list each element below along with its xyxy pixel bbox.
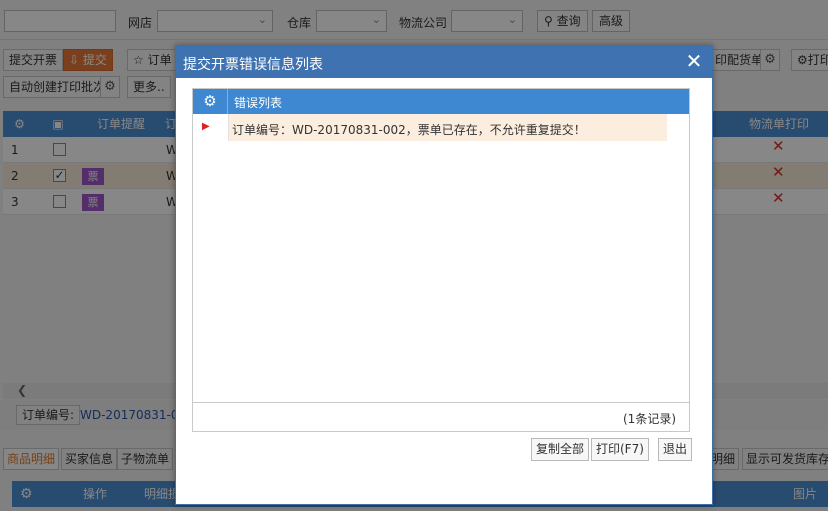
error-list-dialog: 提交开票错误信息列表 ✕ ⚙ 错误列表 ▶ 订单编号：WD-20170831-0…: [175, 45, 713, 505]
error-list-footer: (1条记录): [193, 402, 689, 431]
error-list-panel: ⚙ 错误列表 ▶ 订单编号：WD-20170831-002，票单已存在，不允许重…: [192, 88, 690, 432]
exit-button[interactable]: 退出: [658, 438, 693, 461]
arrow-right-icon: ▶: [202, 121, 210, 132]
col-error-list: 错误列表: [234, 96, 283, 110]
error-row[interactable]: ▶ 订单编号：WD-20170831-002，票单已存在，不允许重复提交！: [193, 114, 667, 141]
dialog-title: 提交开票错误信息列表: [183, 57, 323, 73]
copy-all-button[interactable]: 复制全部: [531, 438, 590, 461]
error-message: 订单编号：WD-20170831-002，票单已存在，不允许重复提交！: [232, 123, 586, 137]
dialog-title-bar: 提交开票错误信息列表 ✕: [176, 46, 712, 78]
row-marker: ▶: [193, 114, 229, 141]
print-button[interactable]: 打印(F7): [591, 438, 649, 461]
close-icon[interactable]: ✕: [683, 50, 705, 74]
error-list-header: ⚙ 错误列表: [193, 89, 689, 114]
record-count: (1条记录): [623, 412, 676, 426]
gear-icon[interactable]: ⚙: [193, 89, 228, 114]
